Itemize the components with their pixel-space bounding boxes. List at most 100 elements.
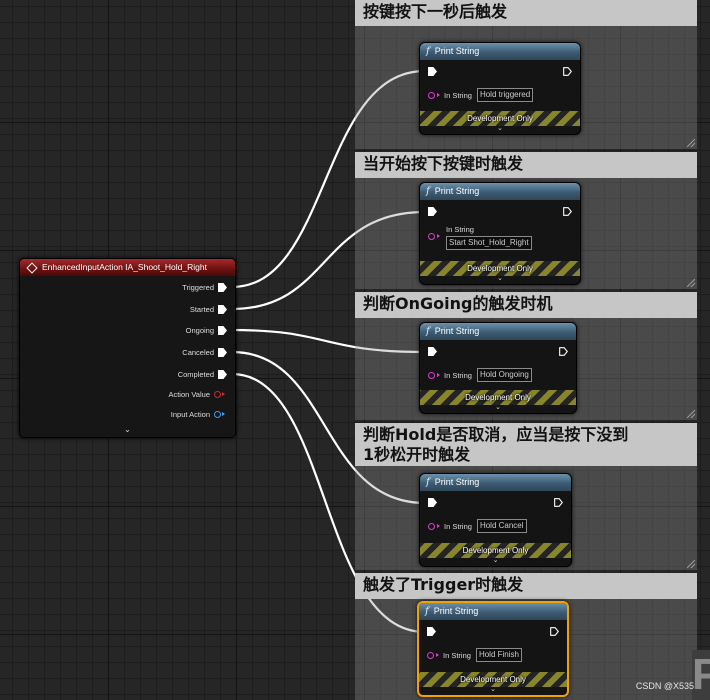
input-action-pin-icon[interactable] [214, 410, 221, 418]
resize-handle-icon[interactable] [687, 410, 695, 418]
pin-label: Triggered [182, 282, 214, 292]
string-pin-icon[interactable] [428, 522, 435, 530]
exec-pin-icon[interactable] [218, 325, 227, 335]
exec-pin-icon[interactable] [218, 304, 227, 314]
pin-input-action[interactable]: Input Action [171, 408, 225, 420]
exec-pin-icon[interactable] [428, 498, 437, 507]
blueprint-graph-canvas[interactable]: 按键按下一秒后触发 当开始按下按键时触发 判断OnGoing的触发时机 判断Ho… [0, 0, 710, 700]
comment-title[interactable]: 判断OnGoing的触发时机 [355, 292, 697, 318]
string-pin-icon[interactable] [428, 91, 435, 99]
resize-handle-icon[interactable] [687, 560, 695, 568]
in-string-pin[interactable]: In String Hold Finish [427, 648, 522, 662]
pin-label: In String [444, 370, 472, 380]
pin-arrow-icon [222, 392, 225, 396]
pin-label: In String [444, 521, 472, 531]
in-string-field[interactable]: Hold Cancel [476, 519, 527, 533]
pin-label: In String [443, 650, 471, 660]
exec-pin-icon[interactable] [550, 627, 559, 636]
pin-arrow-icon [437, 373, 440, 377]
node-header[interactable]: f Print String [420, 323, 576, 340]
function-f-icon: f [426, 46, 430, 57]
print-string-node[interactable]: f Print String In String Hold Cancel Deve… [419, 473, 572, 567]
chevron-down-icon[interactable]: ⌄ [420, 404, 576, 413]
pin-triggered[interactable]: Triggered [182, 281, 227, 293]
development-only-bar: Development Only [420, 543, 571, 558]
in-string-stack: In String Start Shot_Hold_Right [444, 225, 532, 250]
in-string-field[interactable]: Hold triggered [476, 88, 534, 102]
pin-label: In String [446, 225, 474, 234]
in-string-field[interactable]: Hold Ongoing [476, 368, 532, 382]
pin-label: Completed [177, 369, 214, 379]
pin-label: In String [444, 90, 472, 100]
in-string-field[interactable]: Hold Finish [475, 648, 522, 662]
node-header[interactable]: f Print String [420, 183, 580, 200]
function-f-icon: f [426, 477, 430, 488]
print-string-node-selected[interactable]: f Print String In String Hold Finish Deve… [417, 601, 569, 697]
partial-comment-glyph: P [692, 650, 710, 700]
exec-pin-icon[interactable] [218, 369, 227, 379]
event-diamond-icon [26, 261, 38, 274]
watermark: CSDN @X535 [635, 681, 694, 691]
function-f-icon: f [426, 326, 430, 337]
development-only-bar: Development Only [420, 111, 580, 126]
node-title: Print String [434, 477, 480, 487]
chevron-down-icon[interactable]: ⌄ [419, 686, 567, 695]
print-string-node[interactable]: f Print String In String Hold Ongoing Dev… [419, 322, 577, 414]
resize-handle-icon[interactable] [687, 139, 695, 147]
resize-handle-icon[interactable] [687, 279, 695, 287]
node-header[interactable]: f Print String [419, 603, 567, 620]
node-title: Print String [434, 326, 480, 336]
pin-action-value[interactable]: Action Value [168, 388, 225, 400]
pin-arrow-icon [437, 93, 440, 97]
pin-arrow-icon [222, 412, 225, 416]
exec-pin-icon[interactable] [218, 347, 227, 357]
comment-title[interactable]: 触发了Trigger时触发 [355, 573, 697, 599]
event-node-header[interactable]: EnhancedInputAction IA_Shoot_Hold_Right [20, 259, 235, 276]
function-f-icon: f [426, 186, 430, 197]
pin-arrow-icon [437, 234, 440, 238]
exec-pin-icon[interactable] [428, 207, 437, 216]
chevron-down-icon[interactable]: ⌄ [420, 557, 571, 566]
pin-label: Canceled [182, 347, 214, 357]
pin-label: Action Value [168, 389, 210, 399]
string-pin-icon[interactable] [428, 371, 435, 379]
pin-ongoing[interactable]: Ongoing [186, 324, 227, 336]
development-only-bar: Development Only [420, 390, 576, 405]
pin-canceled[interactable]: Canceled [182, 346, 227, 358]
in-string-pin[interactable]: In String Start Shot_Hold_Right [428, 225, 532, 251]
exec-pin-icon[interactable] [563, 67, 572, 76]
exec-pin-icon[interactable] [559, 347, 568, 356]
exec-pin-icon[interactable] [427, 627, 436, 636]
print-string-node[interactable]: f Print String In String Start Shot_Hold_… [419, 182, 581, 285]
comment-title[interactable]: 按键按下一秒后触发 [355, 0, 697, 26]
exec-pin-icon[interactable] [218, 282, 227, 292]
pin-completed[interactable]: Completed [178, 368, 227, 380]
comment-title[interactable]: 判断Hold是否取消，应当是按下没到1秒松开时触发 [355, 423, 697, 466]
string-pin-icon[interactable] [428, 233, 435, 240]
in-string-pin[interactable]: In String Hold triggered [428, 88, 534, 102]
chevron-down-icon[interactable]: ⌄ [20, 425, 235, 434]
enhanced-input-action-event-node[interactable]: EnhancedInputAction IA_Shoot_Hold_Right … [19, 258, 236, 438]
string-pin-icon[interactable] [427, 651, 434, 659]
development-only-bar: Development Only [420, 261, 580, 276]
node-header[interactable]: f Print String [420, 474, 571, 491]
in-string-pin[interactable]: In String Hold Cancel [428, 519, 527, 533]
action-value-pin-icon[interactable] [214, 390, 221, 398]
pin-arrow-icon [437, 524, 440, 528]
pin-started[interactable]: Started [190, 303, 227, 315]
print-string-node[interactable]: f Print String In String Hold triggered D… [419, 42, 581, 135]
node-header[interactable]: f Print String [420, 43, 580, 60]
in-string-pin[interactable]: In String Hold Ongoing [428, 368, 532, 382]
chevron-down-icon[interactable]: ⌄ [420, 125, 580, 134]
pin-label: Started [189, 304, 214, 314]
pin-label: Input Action [170, 409, 210, 419]
exec-pin-icon[interactable] [563, 207, 572, 216]
in-string-field[interactable]: Start Shot_Hold_Right [446, 236, 532, 250]
event-node-title: EnhancedInputAction IA_Shoot_Hold_Right [42, 262, 207, 272]
comment-title[interactable]: 当开始按下按键时触发 [355, 152, 697, 178]
exec-pin-icon[interactable] [554, 498, 563, 507]
pin-label: Ongoing [185, 325, 214, 335]
exec-pin-icon[interactable] [428, 347, 437, 356]
exec-pin-icon[interactable] [428, 67, 437, 76]
chevron-down-icon[interactable]: ⌄ [420, 275, 580, 284]
